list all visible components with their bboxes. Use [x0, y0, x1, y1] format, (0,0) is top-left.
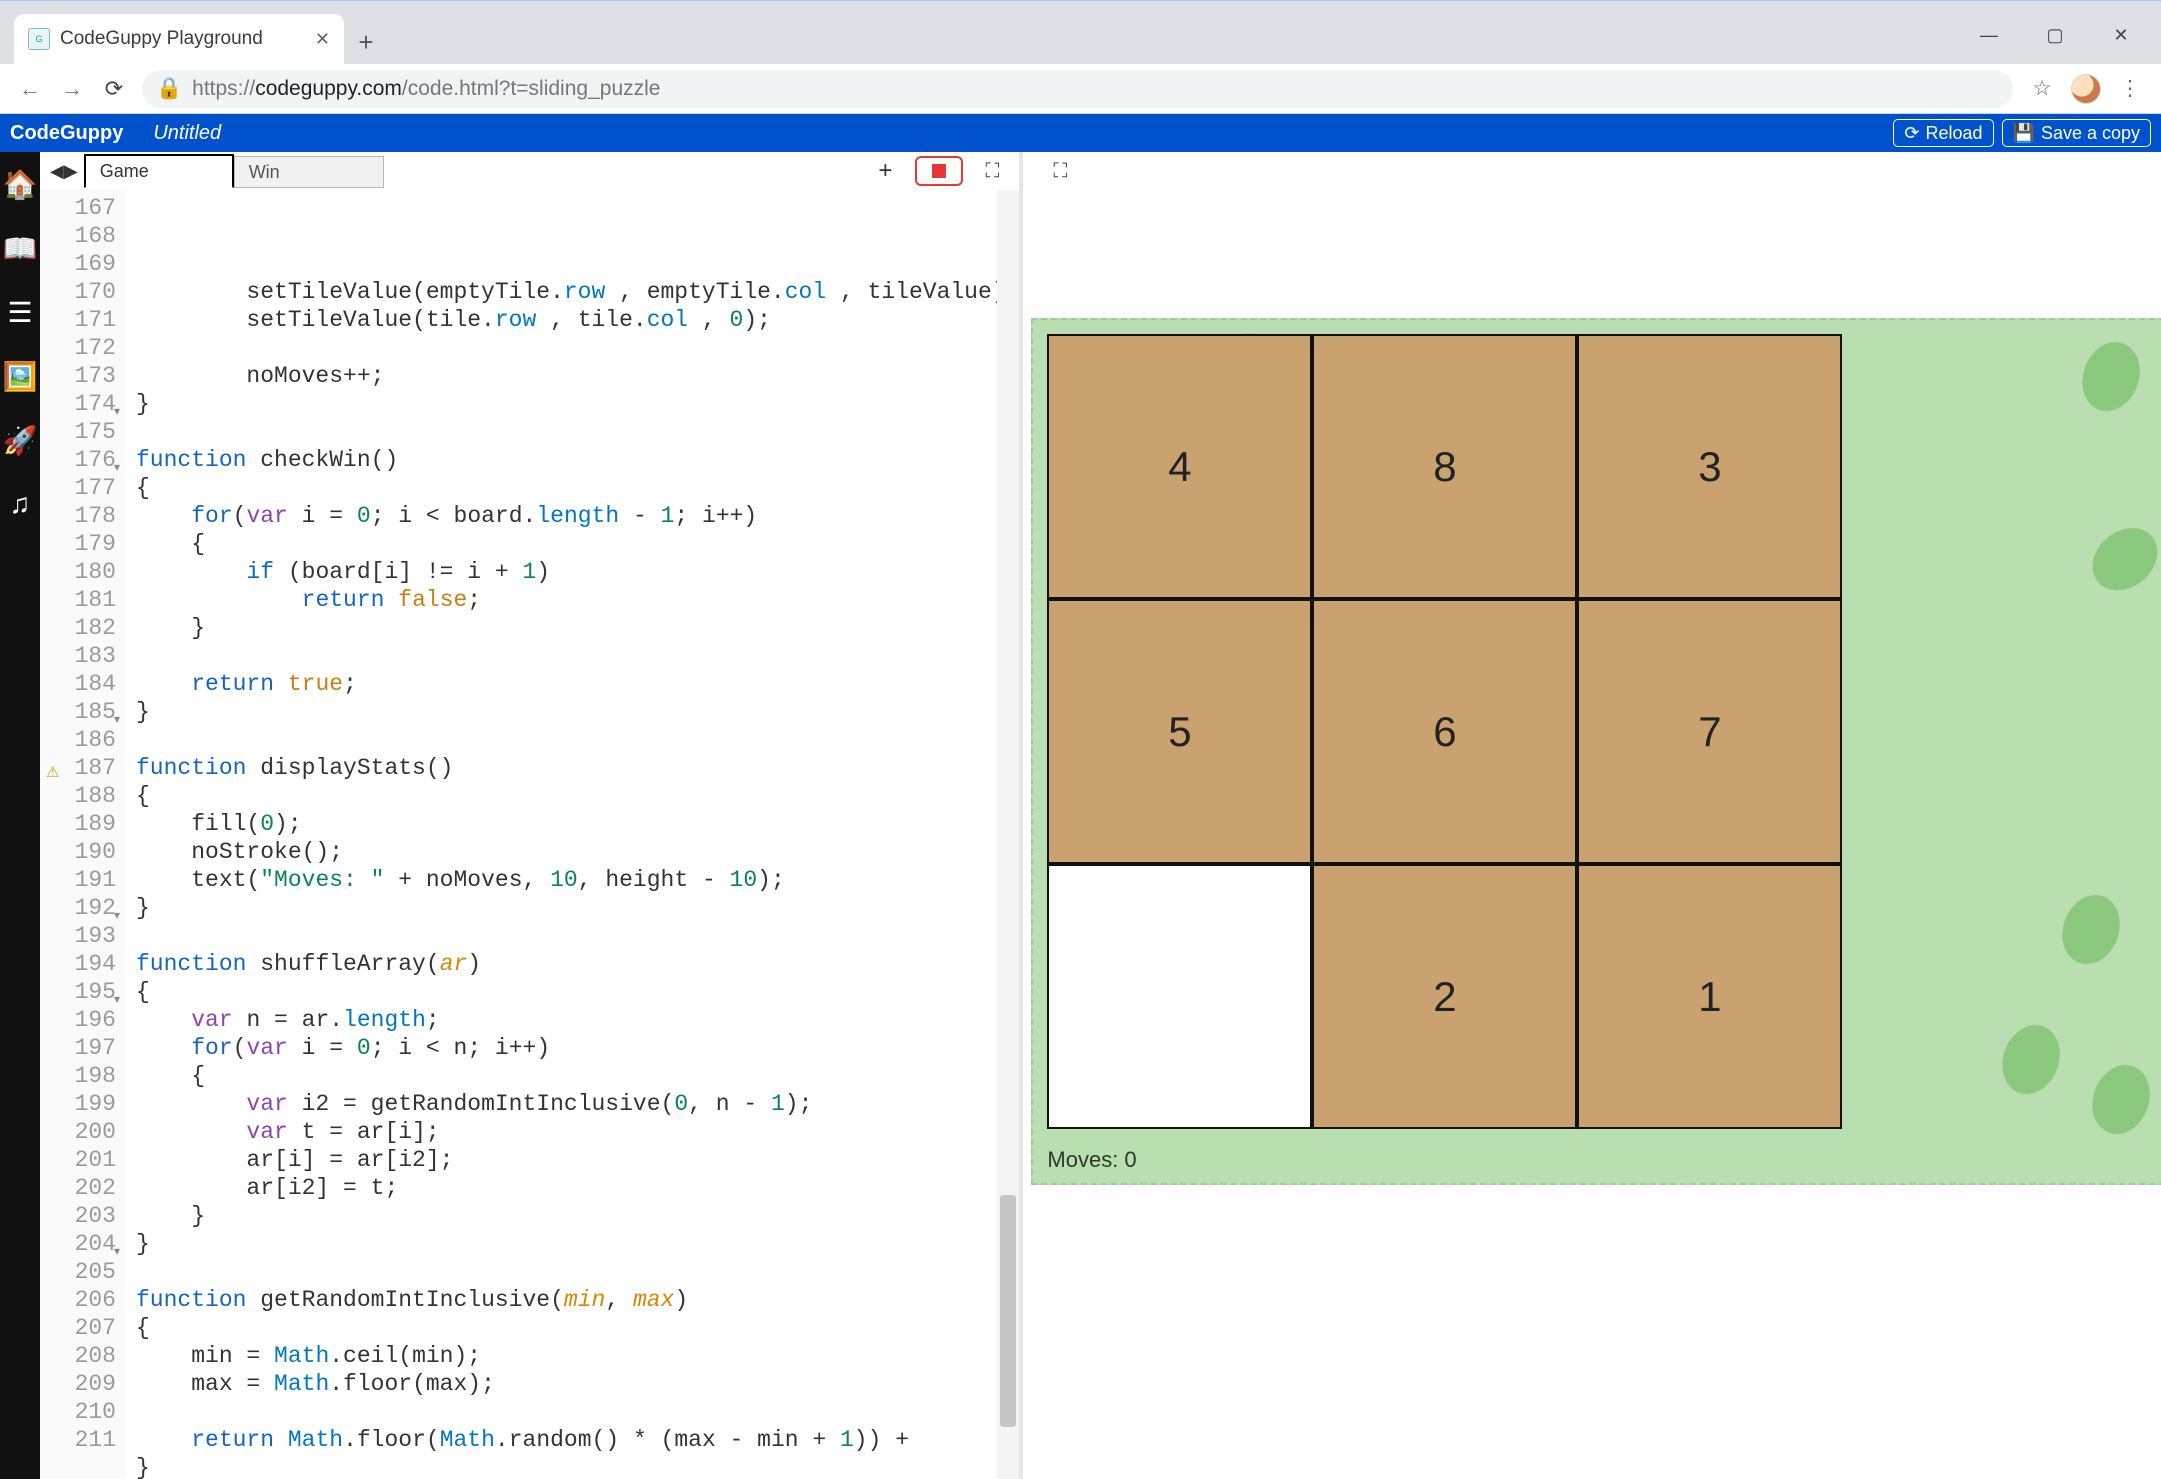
puzzle-tile-2[interactable]: 2	[1312, 864, 1577, 1129]
main-area: 🏠 📖 ☰ 🖼️ 🚀 ♫ ◀ ▶ GameWin + ⛶ 1671681	[0, 152, 2161, 1479]
home-icon[interactable]: 🏠	[0, 164, 40, 204]
stop-icon	[932, 164, 946, 178]
browser-menu-icon[interactable]: ⋮	[2115, 76, 2145, 101]
puzzle-tile-8[interactable]: 8	[1312, 334, 1577, 599]
editor-tab-win[interactable]: Win	[234, 156, 384, 188]
lock-icon: 🔒	[156, 77, 182, 101]
address-bar[interactable]: 🔒 https://codeguppy.com/code.html?t=slid…	[142, 70, 2013, 108]
sidebar: 🏠 📖 ☰ 🖼️ 🚀 ♫	[0, 152, 40, 1479]
brand-label: CodeGuppy	[10, 122, 123, 145]
favicon-icon: G	[28, 28, 50, 50]
puzzle-tile-3[interactable]: 3	[1577, 334, 1842, 599]
window-close-button[interactable]: ✕	[2105, 25, 2137, 46]
editor-fullscreen-icon[interactable]: ⛶	[979, 158, 1005, 184]
puzzle-tile-6[interactable]: 6	[1312, 599, 1577, 864]
puzzle-tile-1[interactable]: 1	[1577, 864, 1842, 1129]
tab-prev-icon[interactable]: ◀	[50, 161, 64, 182]
window-minimize-button[interactable]: —	[1973, 25, 2005, 46]
close-tab-icon[interactable]: ✕	[315, 29, 330, 50]
browser-tab-strip: G CodeGuppy Playground ✕ + — ▢ ✕	[0, 0, 2161, 64]
url-protocol: https://	[192, 77, 255, 100]
app-header: CodeGuppy Untitled ⟳ Reload 💾 Save a cop…	[0, 114, 2161, 152]
reload-button[interactable]: ⟳ Reload	[1893, 119, 1993, 147]
add-scene-button[interactable]: +	[869, 152, 901, 190]
bookmark-star-icon[interactable]: ☆	[2027, 76, 2057, 101]
rocket-icon[interactable]: 🚀	[0, 420, 40, 460]
window-maximize-button[interactable]: ▢	[2039, 25, 2071, 46]
workspace: ◀ ▶ GameWin + ⛶ 167168169170171172173174…	[40, 152, 2161, 1479]
reload-icon: ⟳	[1904, 123, 1919, 144]
preview-fullscreen-icon[interactable]: ⛶	[1047, 158, 1073, 184]
tab-nav-arrows: ◀ ▶	[44, 152, 84, 190]
preview-pane: ⛶ 48356721 Moves: 0	[1023, 152, 2161, 1479]
browser-tab[interactable]: G CodeGuppy Playground ✕	[14, 14, 344, 64]
moves-label: Moves: 0	[1047, 1147, 1136, 1173]
puzzle-tile-7[interactable]: 7	[1577, 599, 1842, 864]
editor-scrollbar[interactable]	[997, 190, 1019, 1479]
tab-next-icon[interactable]: ▶	[64, 161, 78, 182]
profile-avatar[interactable]	[2071, 74, 2101, 104]
music-icon[interactable]: ♫	[0, 484, 40, 524]
save-copy-label: Save a copy	[2041, 123, 2140, 144]
nav-reload-button[interactable]: ⟳	[100, 76, 128, 102]
code-editor[interactable]: 167168169170171172173174▾175176▾17717817…	[40, 190, 1019, 1479]
line-gutter: 167168169170171172173174▾175176▾17717817…	[40, 190, 126, 1479]
url-host: codeguppy.com	[255, 77, 402, 100]
stop-button[interactable]	[915, 156, 963, 186]
new-tab-button[interactable]: +	[344, 20, 388, 64]
puzzle-tile-empty[interactable]	[1047, 864, 1312, 1129]
image-icon[interactable]: 🖼️	[0, 356, 40, 396]
editor-scroll-thumb[interactable]	[1000, 1195, 1016, 1427]
preview-body: 48356721 Moves: 0	[1023, 190, 2161, 1479]
editor-pane: ◀ ▶ GameWin + ⛶ 167168169170171172173174…	[40, 152, 1023, 1479]
nav-forward-button[interactable]: →	[58, 76, 86, 102]
puzzle-board: 48356721	[1047, 334, 1842, 1129]
window-controls: — ▢ ✕	[1973, 25, 2161, 64]
save-copy-button[interactable]: 💾 Save a copy	[2002, 119, 2151, 147]
menu-icon[interactable]: ☰	[0, 292, 40, 332]
book-icon[interactable]: 📖	[0, 228, 40, 268]
reload-label: Reload	[1925, 123, 1982, 144]
game-canvas[interactable]: 48356721 Moves: 0	[1031, 318, 2161, 1185]
url-path: /code.html?t=sliding_puzzle	[402, 77, 661, 100]
puzzle-tile-4[interactable]: 4	[1047, 334, 1312, 599]
save-icon: 💾	[2013, 123, 2035, 144]
tab-title: CodeGuppy Playground	[60, 28, 263, 50]
editor-tabs-row: ◀ ▶ GameWin + ⛶	[40, 152, 1019, 190]
editor-tab-game[interactable]: Game	[84, 154, 234, 188]
nav-back-button[interactable]: ←	[16, 76, 44, 102]
code-content: ▲ setTileValue(emptyTile.row , emptyTile…	[126, 190, 1019, 1479]
document-title: Untitled	[153, 122, 221, 145]
address-bar-row: ← → ⟳ 🔒 https://codeguppy.com/code.html?…	[0, 64, 2161, 114]
puzzle-tile-5[interactable]: 5	[1047, 599, 1312, 864]
